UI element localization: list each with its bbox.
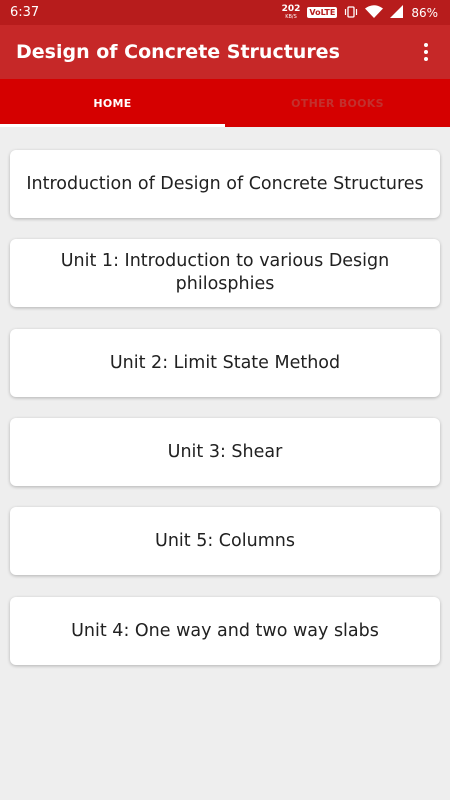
network-speed-unit: KB/S xyxy=(285,13,297,20)
chapter-label: Unit 2: Limit State Method xyxy=(109,352,341,373)
status-icons: 202 KB/S VoLTE 86% xyxy=(282,3,438,22)
chapter-card-unit-3[interactable]: Unit 3: Shear xyxy=(10,418,440,486)
chapter-card-introduction[interactable]: Introduction of Design of Concrete Struc… xyxy=(10,150,440,218)
wifi-icon xyxy=(365,3,384,22)
network-speed-value: 202 xyxy=(281,3,301,14)
status-time: 6:37 xyxy=(10,5,40,20)
chapter-card-unit-4[interactable]: Unit 4: One way and two way slabs xyxy=(10,597,440,665)
tab-other-books-label: OTHER BOOKS xyxy=(291,96,384,110)
status-bar: 6:37 202 KB/S VoLTE 86% xyxy=(0,0,450,25)
tab-bar: HOME OTHER BOOKS xyxy=(0,79,450,127)
tab-home[interactable]: HOME xyxy=(0,79,225,127)
battery-percent: 86% xyxy=(411,5,438,20)
network-speed: 202 KB/S xyxy=(281,3,301,21)
volte-icon: VoLTE xyxy=(307,7,338,18)
chapter-card-unit-1[interactable]: Unit 1: Introduction to various Design p… xyxy=(10,239,440,307)
tab-other-books[interactable]: OTHER BOOKS xyxy=(225,79,450,127)
chapter-label: Introduction of Design of Concrete Struc… xyxy=(26,173,424,194)
chapter-label: Unit 5: Columns xyxy=(155,530,295,551)
app-title: Design of Concrete Structures xyxy=(16,41,340,63)
app-bar: Design of Concrete Structures xyxy=(0,25,450,79)
chapter-label: Unit 1: Introduction to various Design p… xyxy=(60,251,390,294)
chapter-card-unit-2[interactable]: Unit 2: Limit State Method xyxy=(10,329,440,397)
chapter-card-unit-5[interactable]: Unit 5: Columns xyxy=(10,507,440,575)
chapter-label: Unit 3: Shear xyxy=(167,441,283,462)
chapter-label: Unit 4: One way and two way slabs xyxy=(71,620,379,641)
cell-signal-icon xyxy=(390,3,404,22)
more-vert-icon[interactable] xyxy=(410,32,442,72)
vibrate-icon xyxy=(344,3,358,22)
tab-home-label: HOME xyxy=(93,96,132,110)
chapter-list: Introduction of Design of Concrete Struc… xyxy=(0,127,450,800)
